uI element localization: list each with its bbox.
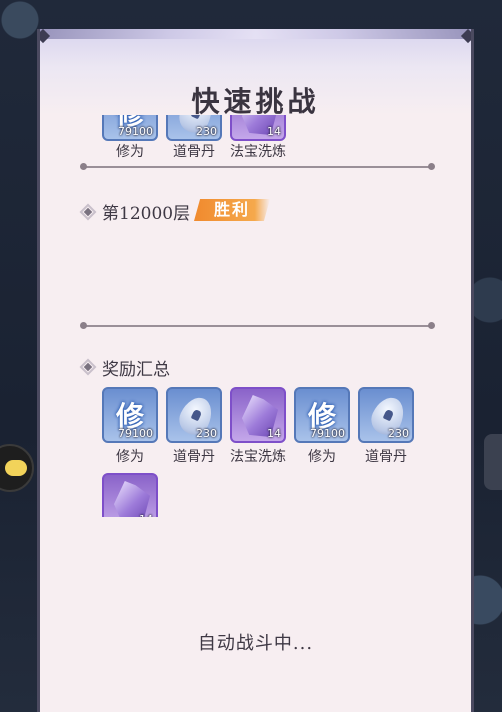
- item-label: 修为: [116, 144, 144, 159]
- item-count: 230: [388, 427, 409, 440]
- side-tab[interactable]: [484, 434, 502, 490]
- summary-item[interactable]: 14: [230, 387, 286, 443]
- item-label: 修为: [308, 449, 336, 465]
- crystal-icon: [114, 481, 150, 517]
- item-label: 道骨丹: [173, 449, 215, 465]
- item-count: 14: [267, 427, 281, 440]
- item-count: 79100: [118, 125, 153, 138]
- diamond-bullet-icon: [79, 203, 97, 221]
- item-count: 79100: [310, 427, 345, 440]
- summary-item[interactable]: 修 79100: [102, 387, 158, 443]
- item-label: 修为: [116, 449, 144, 465]
- diamond-bullet-icon: [79, 358, 97, 376]
- previous-rewards-row: 修 79100 230 14 修为 道骨丹 法宝洗炼: [80, 115, 370, 159]
- item-label: 道骨丹: [365, 449, 407, 465]
- summary-row-2: 14: [80, 469, 280, 517]
- floor-label: 第12000层: [102, 204, 191, 224]
- quick-challenge-dialog: 快速挑战 修 79100 230 14 修为 道骨丹 法宝洗炼 第12000层 …: [37, 29, 474, 712]
- summary-item[interactable]: 14: [102, 473, 158, 517]
- summary-item[interactable]: 修 79100: [294, 387, 350, 443]
- summary-item[interactable]: 230: [358, 387, 414, 443]
- summary-item[interactable]: 230: [166, 387, 222, 443]
- item-count: 230: [196, 427, 217, 440]
- item-count: 14: [139, 513, 153, 517]
- item-count: 14: [267, 125, 281, 138]
- item-label: 法宝洗炼: [230, 144, 286, 159]
- item-count: 230: [196, 125, 217, 138]
- reward-item[interactable]: 修 79100: [102, 115, 158, 141]
- victory-badge: 胜利: [194, 199, 270, 221]
- auto-battle-status: 自动战斗中...: [197, 633, 314, 654]
- chat-bubble-glyph: [5, 460, 27, 476]
- item-count: 79100: [118, 427, 153, 440]
- reward-item[interactable]: 230: [166, 115, 222, 141]
- section-divider: [80, 322, 435, 329]
- dialog-title: 快速挑战: [191, 85, 320, 118]
- reward-item[interactable]: 14: [230, 115, 286, 141]
- summary-title: 奖励汇总: [102, 360, 170, 380]
- item-label: 法宝洗炼: [230, 449, 286, 465]
- section-divider: [80, 163, 435, 170]
- item-label: 道骨丹: [173, 144, 215, 159]
